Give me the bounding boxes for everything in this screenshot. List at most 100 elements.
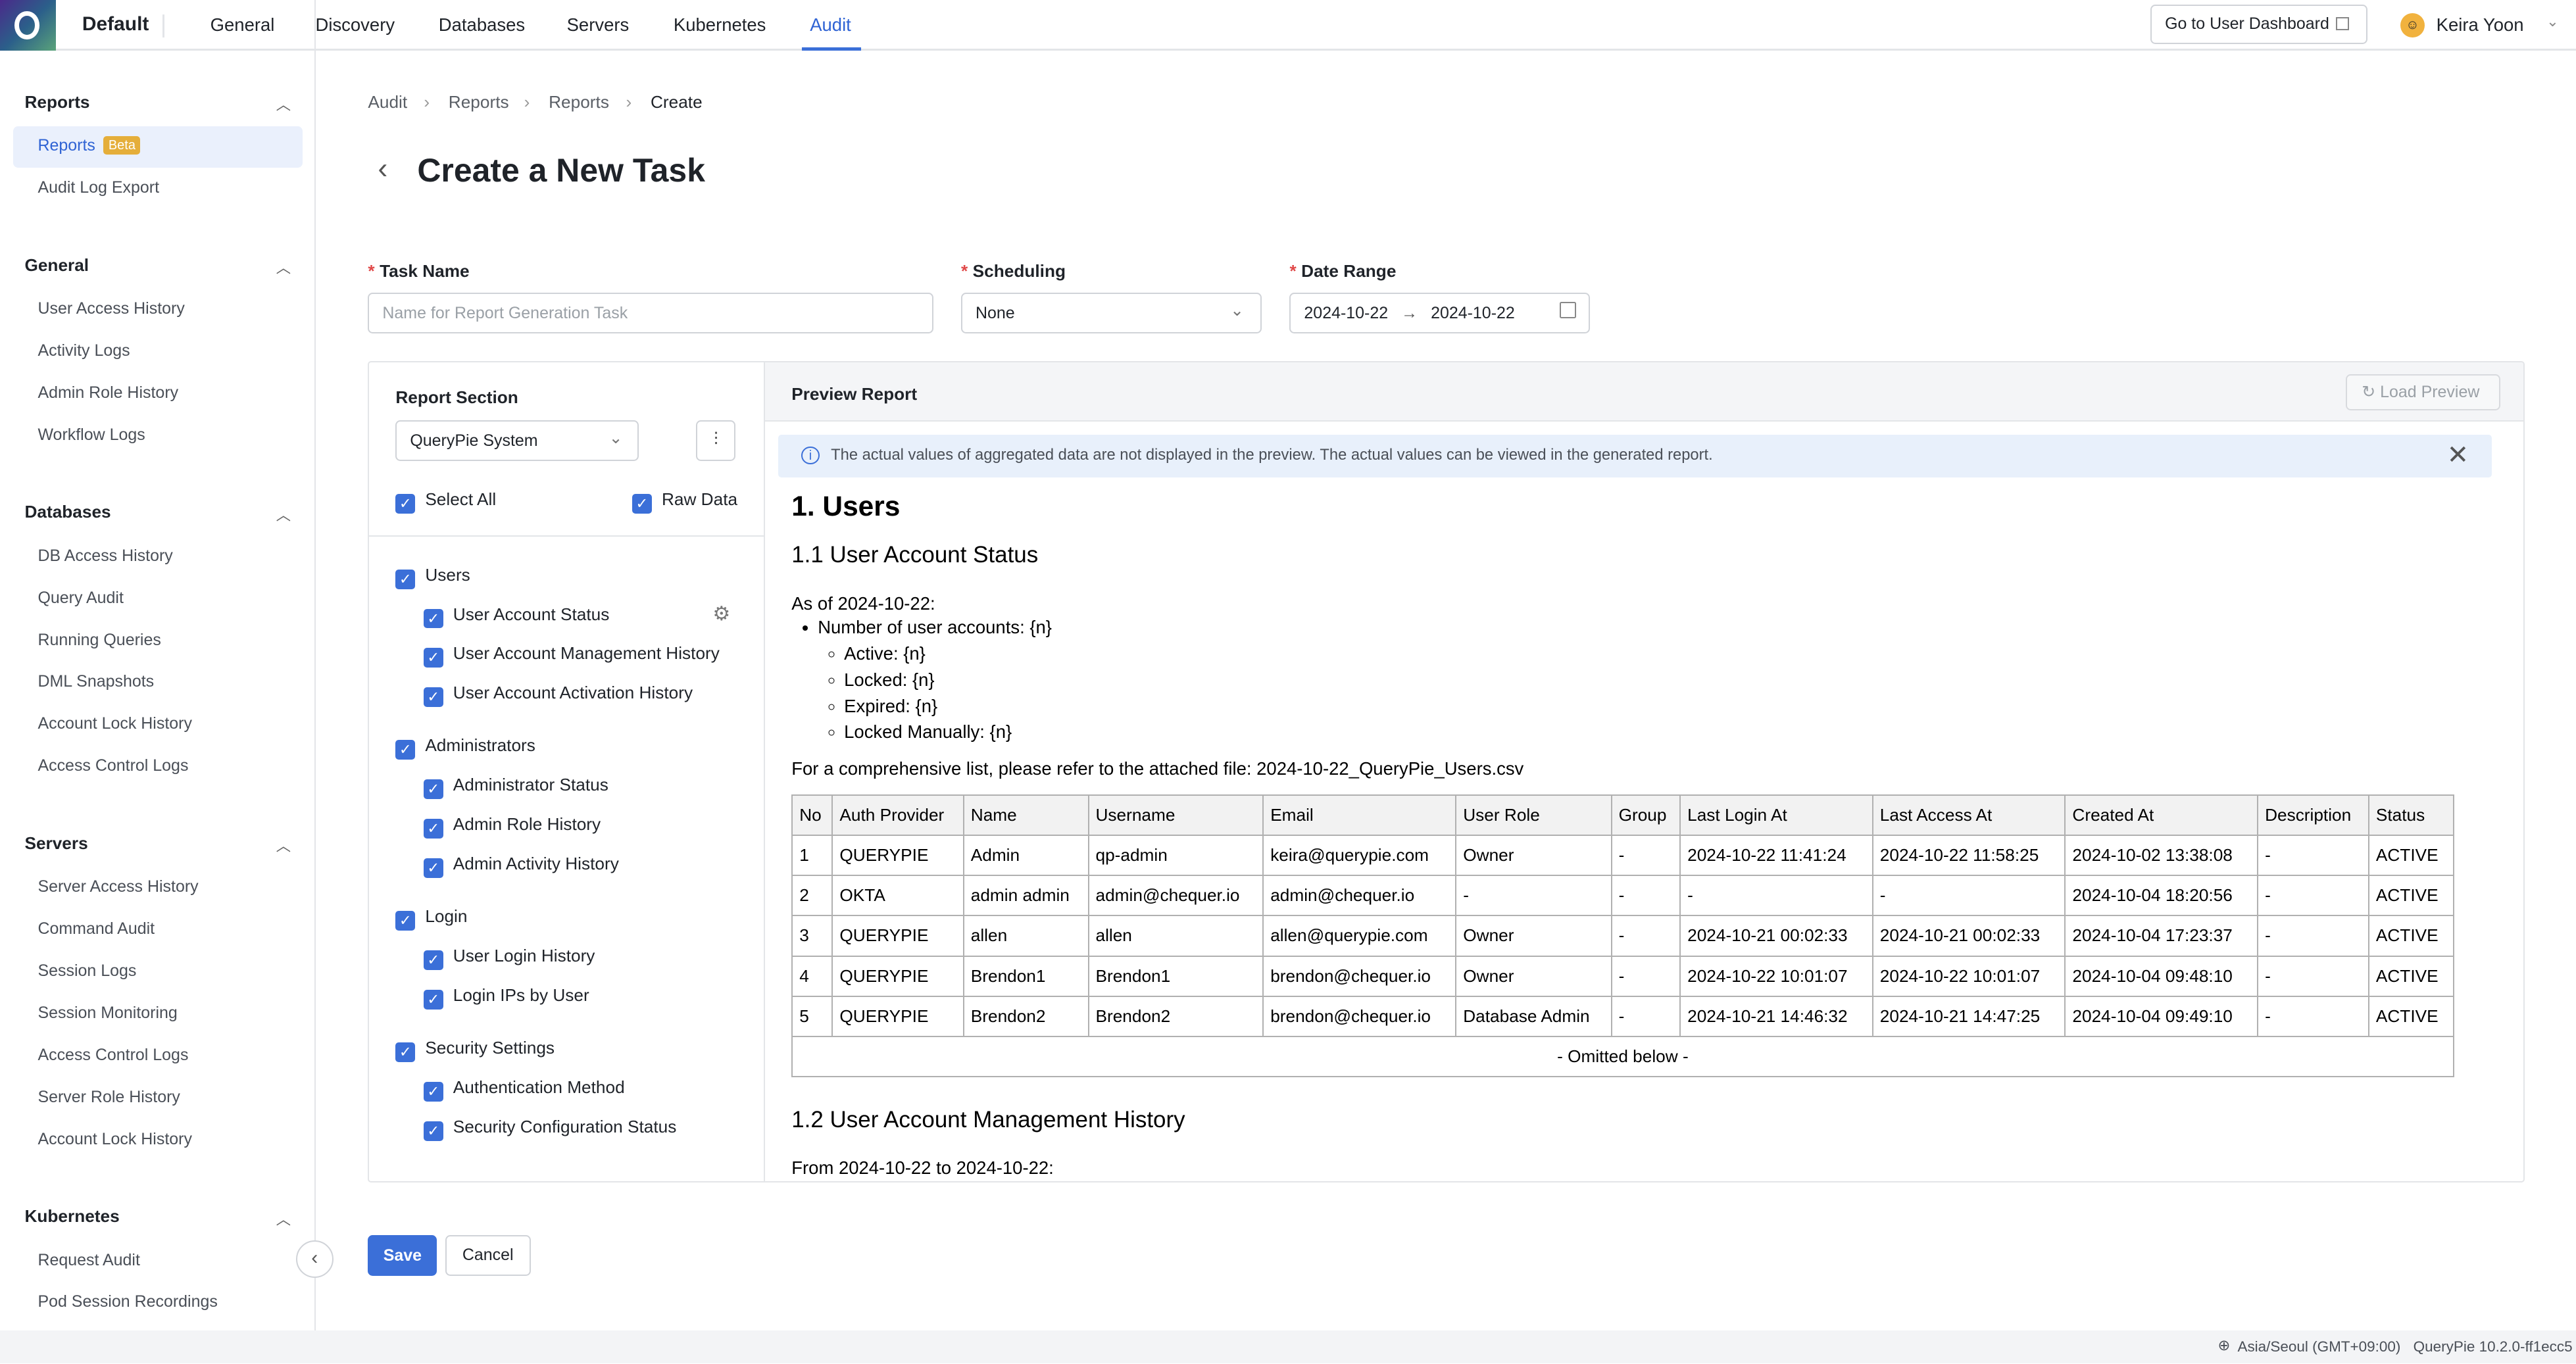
section-checkbox-users[interactable]: ✓ Users bbox=[395, 565, 470, 589]
item-checkbox-user-account-management-history[interactable]: ✓ User Account Management History bbox=[423, 643, 720, 668]
section-checkbox-security-settings[interactable]: ✓ Security Settings bbox=[395, 1038, 555, 1062]
sidebar-item-dml-snapshots[interactable]: DML Snapshots bbox=[37, 672, 154, 691]
select-all-checkbox[interactable]: ✓ Select All bbox=[395, 489, 496, 514]
go-to-user-dashboard-button[interactable]: Go to User Dashboard bbox=[2150, 5, 2367, 45]
sidebar-section-databases[interactable]: Databases bbox=[24, 502, 111, 522]
gear-icon[interactable]: ⚙ bbox=[712, 602, 730, 625]
collapse-sidebar-button[interactable]: ‹ bbox=[295, 1240, 334, 1278]
item-checkbox-user-account-status[interactable]: ✓ User Account Status bbox=[423, 604, 610, 629]
report-heading: 1. Users bbox=[791, 491, 901, 522]
sidebar-item-audit-log-export[interactable]: Audit Log Export bbox=[37, 178, 159, 197]
table-cell: - bbox=[1610, 834, 1681, 877]
load-preview-button[interactable]: ↻ Load Preview bbox=[2345, 374, 2500, 410]
item-checkbox-admin-role-history[interactable]: ✓ Admin Role History bbox=[423, 814, 601, 839]
table-cell: 1 bbox=[791, 834, 833, 877]
table-cell: 2024-10-04 09:49:10 bbox=[2064, 995, 2259, 1037]
sidebar-item-db-access-history[interactable]: DB Access History bbox=[37, 547, 172, 566]
sidebar-item-account-lock-history[interactable]: Account Lock History bbox=[37, 714, 192, 733]
timezone[interactable]: Asia/Seoul (GMT+09:00) bbox=[2237, 1338, 2400, 1355]
checkbox-label: User Account Status bbox=[453, 604, 610, 624]
chevron-down-icon[interactable]: ⌄ bbox=[2546, 13, 2559, 30]
chevron-right-icon: › bbox=[524, 91, 530, 112]
sidebar-item-query-audit[interactable]: Query Audit bbox=[37, 589, 123, 608]
sidebar-section-kubernetes[interactable]: Kubernetes bbox=[24, 1206, 119, 1227]
item-checkbox-user-account-activation-history[interactable]: ✓ User Account Activation History bbox=[423, 683, 693, 708]
task-name-input[interactable]: Name for Report Generation Task bbox=[368, 292, 933, 333]
sidebar-item-session-monitoring[interactable]: Session Monitoring bbox=[37, 1004, 177, 1023]
table-cell: admin admin bbox=[962, 875, 1089, 917]
back-chevron-icon[interactable]: ‹ bbox=[378, 151, 387, 185]
close-icon[interactable]: ✕ bbox=[2447, 440, 2469, 470]
item-checkbox-user-login-history[interactable]: ✓ User Login History bbox=[423, 946, 595, 970]
sliders-settings-icon[interactable]: ⫶ bbox=[696, 420, 736, 462]
item-checkbox-admin-activity-history[interactable]: ✓ Admin Activity History bbox=[423, 854, 619, 879]
table-cell: - bbox=[1610, 875, 1681, 917]
sidebar-item-label: DML Snapshots bbox=[37, 672, 155, 691]
item-checkbox-login-ips-by-user[interactable]: ✓ Login IPs by User bbox=[423, 985, 589, 1010]
item-checkbox-security-configuration-status[interactable]: ✓ Security Configuration Status bbox=[423, 1117, 676, 1141]
sidebar-item-session-logs[interactable]: Session Logs bbox=[37, 962, 136, 981]
checkbox-label: User Account Activation History bbox=[453, 683, 693, 703]
chevron-up-icon[interactable]: ︿ bbox=[276, 93, 291, 114]
date-range-picker[interactable]: 2024-10-22 → 2024-10-22 bbox=[1289, 292, 1591, 333]
table-cell: Brendon1 bbox=[962, 955, 1089, 997]
table-cell: QUERYPIE bbox=[831, 834, 964, 877]
sidebar-item-admin-role-history[interactable]: Admin Role History bbox=[37, 383, 178, 402]
sidebar-item-server-access-history[interactable]: Server Access History bbox=[37, 877, 198, 896]
table-cell: 2024-10-21 00:02:33 bbox=[1871, 915, 2066, 957]
sidebar-item-account-lock-history[interactable]: Account Lock History bbox=[37, 1130, 192, 1149]
chevron-up-icon[interactable]: ︿ bbox=[276, 504, 291, 525]
tab-kubernetes[interactable]: Kubernetes bbox=[674, 14, 766, 36]
sidebar-item-label: Admin Role History bbox=[37, 383, 179, 402]
sidebar-item-access-control-logs[interactable]: Access Control Logs bbox=[37, 1046, 188, 1065]
tab-databases[interactable]: Databases bbox=[439, 14, 525, 36]
avatar[interactable]: ☺ bbox=[2400, 12, 2425, 38]
sidebar-section-reports[interactable]: Reports bbox=[24, 92, 89, 112]
sidebar-item-label: Account Lock History bbox=[37, 1129, 192, 1148]
column-header: Username bbox=[1087, 794, 1264, 837]
checkbox-checked-icon: ✓ bbox=[423, 779, 443, 800]
sidebar-item-activity-logs[interactable]: Activity Logs bbox=[37, 341, 130, 360]
sidebar-item-request-audit[interactable]: Request Audit bbox=[37, 1251, 139, 1270]
tab-audit[interactable]: Audit bbox=[810, 14, 851, 36]
tab-discovery[interactable]: Discovery bbox=[316, 14, 395, 36]
item-checkbox-authentication-method[interactable]: ✓ Authentication Method bbox=[423, 1077, 625, 1102]
sidebar-section-general[interactable]: General bbox=[24, 255, 89, 276]
sidebar-item-running-queries[interactable]: Running Queries bbox=[37, 631, 161, 650]
tab-servers[interactable]: Servers bbox=[567, 14, 630, 36]
item-checkbox-administrator-status[interactable]: ✓ Administrator Status bbox=[423, 775, 608, 800]
save-button[interactable]: Save bbox=[368, 1235, 437, 1277]
sidebar-item-user-access-history[interactable]: User Access History bbox=[37, 299, 184, 318]
breadcrumb-item[interactable]: Reports bbox=[449, 92, 509, 112]
breadcrumb-item[interactable]: Reports bbox=[549, 92, 609, 112]
column-header: Name bbox=[962, 794, 1089, 837]
section-checkbox-administrators[interactable]: ✓ Administrators bbox=[395, 735, 535, 760]
sidebar-item-access-control-logs[interactable]: Access Control Logs bbox=[37, 756, 188, 775]
table-row: 1 QUERYPIE Admin qp-admin keira@querypie.com… bbox=[791, 834, 2454, 877]
table-cell: Brendon2 bbox=[1087, 995, 1264, 1037]
scheduling-select[interactable]: None ⌄ bbox=[960, 292, 1262, 333]
sidebar-item-server-role-history[interactable]: Server Role History bbox=[37, 1088, 180, 1107]
sidebar-item-pod-session-recordings[interactable]: Pod Session Recordings bbox=[37, 1292, 217, 1311]
raw-data-checkbox[interactable]: ✓ Raw Data bbox=[632, 489, 737, 514]
sidebar-item-workflow-logs[interactable]: Workflow Logs bbox=[37, 426, 145, 445]
user-name[interactable]: Keira Yoon bbox=[2437, 14, 2524, 36]
external-link-icon bbox=[2335, 17, 2349, 31]
checkbox-label: Users bbox=[425, 564, 470, 585]
section-checkbox-login[interactable]: ✓ Login bbox=[395, 906, 467, 931]
sidebar-item-reports[interactable]: Reports Beta bbox=[37, 136, 141, 155]
chevron-up-icon[interactable]: ︿ bbox=[276, 1208, 291, 1229]
sidebar-item-command-audit[interactable]: Command Audit bbox=[37, 919, 155, 938]
chevron-right-icon: › bbox=[424, 91, 430, 112]
report-section-select[interactable]: QueryPie System ⌄ bbox=[395, 420, 639, 462]
sidebar-item-label: Pod Session Recordings bbox=[37, 1292, 218, 1311]
table-cell: 2024-10-04 17:23:37 bbox=[2064, 915, 2259, 957]
breadcrumb-item[interactable]: Audit bbox=[368, 92, 407, 112]
sidebar: Reports ︿ Reports Beta Audit Log Export Gener… bbox=[0, 0, 316, 1353]
chevron-up-icon[interactable]: ︿ bbox=[276, 256, 291, 278]
chevron-up-icon[interactable]: ︿ bbox=[276, 835, 291, 856]
version: QueryPie 10.2.0-ff1ecc5 bbox=[2413, 1338, 2573, 1355]
sidebar-section-servers[interactable]: Servers bbox=[24, 833, 87, 854]
report-subheading: 1.2 User Account Management History bbox=[791, 1107, 1185, 1133]
cancel-button[interactable]: Cancel bbox=[445, 1235, 531, 1277]
